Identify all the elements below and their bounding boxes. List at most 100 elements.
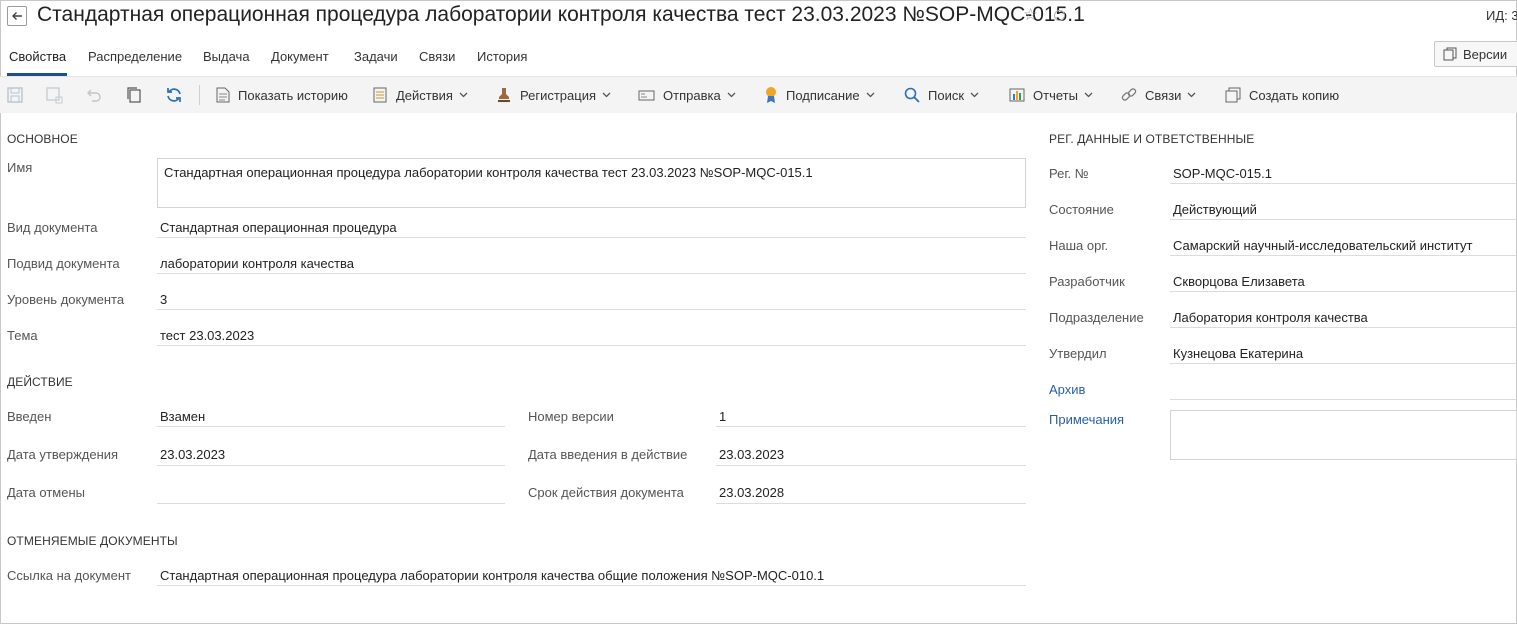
refresh-icon[interactable] <box>165 86 183 104</box>
send-label: Отправка <box>663 87 721 103</box>
actions-list-icon <box>373 87 387 103</box>
topic-field[interactable]: тест 23.03.2023 <box>160 328 254 343</box>
notes-field[interactable] <box>1170 410 1517 460</box>
doc-type-underline <box>157 237 1026 238</box>
chevron-down-icon <box>602 92 611 98</box>
doc-subtype-field[interactable]: лаборатории контроля качества <box>160 256 354 271</box>
save-and-close-icon[interactable] <box>45 86 63 104</box>
tab-properties[interactable]: Свойства <box>9 49 66 64</box>
versions-button[interactable]: Версии <box>1434 41 1517 67</box>
doc-level-underline <box>157 309 1026 310</box>
effective-date-field[interactable]: 23.03.2023 <box>719 447 784 462</box>
undo-icon[interactable] <box>85 86 103 104</box>
actions-menu[interactable]: Действия <box>372 86 476 104</box>
name-value: Стандартная операционная процедура лабор… <box>164 165 813 180</box>
department-label: Подразделение <box>1049 310 1144 325</box>
introduced-field[interactable]: Взамен <box>160 409 205 424</box>
section-action-title: ДЕЙСТВИЕ <box>7 375 73 389</box>
doc-level-label: Уровень документа <box>7 292 125 307</box>
copy-icon[interactable] <box>125 86 143 104</box>
doc-level-field[interactable]: 3 <box>160 292 167 307</box>
send-menu[interactable]: Отправка <box>638 86 744 104</box>
version-no-label: Номер версии <box>528 409 614 424</box>
developer-underline <box>1170 291 1517 292</box>
show-history-button[interactable]: Показать историю <box>216 86 348 104</box>
approved-by-field[interactable]: Кузнецова Екатерина <box>1173 346 1303 361</box>
cancel-date-underline <box>157 503 505 504</box>
favorite-star-icon[interactable]: ☆ <box>1023 5 1038 25</box>
stamp-icon <box>498 88 510 102</box>
name-label: Имя <box>7 160 33 175</box>
back-button[interactable] <box>7 6 27 26</box>
registration-label: Регистрация <box>520 87 596 103</box>
doc-type-label: Вид документа <box>7 220 98 235</box>
chevron-down-icon <box>727 92 736 98</box>
tab-history[interactable]: История <box>477 49 527 64</box>
approval-date-field[interactable]: 23.03.2023 <box>160 447 225 462</box>
doc-subtype-label: Подвид документа <box>7 256 120 271</box>
approved-by-underline <box>1170 363 1517 364</box>
toolbar-separator <box>199 85 200 105</box>
reg-no-label: Рег. № <box>1049 166 1089 181</box>
versions-button-label: Версии <box>1463 46 1508 62</box>
bar-chart-icon <box>1009 88 1025 102</box>
signing-menu[interactable]: Подписание <box>764 86 883 104</box>
seal-icon <box>766 87 776 103</box>
tab-links[interactable]: Связи <box>419 49 455 64</box>
org-underline <box>1170 255 1517 256</box>
approved-by-label: Утвердил <box>1049 346 1107 361</box>
doc-link-underline <box>157 585 1026 586</box>
developer-field[interactable]: Скворцова Елизавета <box>1173 274 1305 289</box>
reg-no-field[interactable]: SOP-MQC-015.1 <box>1173 166 1272 181</box>
document-icon <box>216 87 230 103</box>
duplicate-icon <box>1225 87 1241 103</box>
chevron-down-icon <box>970 92 979 98</box>
archive-underline <box>1170 399 1517 400</box>
link-chain-icon <box>1121 88 1137 101</box>
notes-link[interactable]: Примечания <box>1049 412 1124 427</box>
department-field[interactable]: Лаборатория контроля качества <box>1173 310 1368 325</box>
section-main-title: ОСНОВНОЕ <box>7 132 78 146</box>
effective-date-label: Дата введения в действие <box>528 447 688 462</box>
registration-menu[interactable]: Регистрация <box>496 86 619 104</box>
doc-subtype-underline <box>157 273 1026 274</box>
create-copy-button[interactable]: Создать копию <box>1225 86 1339 104</box>
org-field[interactable]: Самарский научный-исследовательский инст… <box>1173 238 1472 253</box>
introduced-label: Введен <box>7 409 52 424</box>
tab-distribution[interactable]: Распределение <box>88 49 182 64</box>
state-field[interactable]: Действующий <box>1173 202 1257 217</box>
topic-underline <box>157 345 1026 346</box>
state-underline <box>1170 219 1517 220</box>
doc-link-label: Ссылка на документ <box>7 568 131 583</box>
department-underline <box>1170 327 1517 328</box>
version-no-field[interactable]: 1 <box>719 409 726 424</box>
tab-issue[interactable]: Выдача <box>203 49 250 64</box>
reg-no-underline <box>1170 183 1517 184</box>
version-no-underline <box>716 426 1026 427</box>
links-menu[interactable]: Связи <box>1121 86 1204 104</box>
document-title: Стандартная операционная процедура лабор… <box>37 3 1085 26</box>
actions-label: Действия <box>396 87 453 103</box>
tab-document[interactable]: Документ <box>271 49 329 64</box>
save-icon[interactable] <box>6 86 24 104</box>
show-history-label: Показать историю <box>238 87 348 103</box>
tab-tasks[interactable]: Задачи <box>354 49 398 64</box>
reports-menu[interactable]: Отчеты <box>1009 86 1101 104</box>
archive-link[interactable]: Архив <box>1049 382 1085 397</box>
chevron-down-icon <box>866 92 875 98</box>
name-field[interactable]: Стандартная операционная процедура лабор… <box>157 158 1026 208</box>
search-label: Поиск <box>928 87 965 103</box>
chevron-down-icon <box>459 92 468 98</box>
doc-link-field[interactable]: Стандартная операционная процедура лабор… <box>160 568 824 583</box>
doc-type-field[interactable]: Стандартная операционная процедура <box>160 220 397 235</box>
status-circle-icon[interactable] <box>1054 10 1065 21</box>
topic-label: Тема <box>7 328 38 343</box>
org-label: Наша орг. <box>1049 238 1109 253</box>
introduced-underline <box>157 426 505 427</box>
search-menu[interactable]: Поиск <box>904 86 987 104</box>
cancel-date-label: Дата отмены <box>7 485 85 500</box>
validity-field[interactable]: 23.03.2028 <box>719 485 784 500</box>
section-reg-title: РЕГ. ДАННЫЕ И ОТВЕТСТВЕННЫЕ <box>1049 132 1255 146</box>
search-icon <box>904 87 920 103</box>
toolbar: Показать историю Действия Регистрация От… <box>0 77 1517 113</box>
